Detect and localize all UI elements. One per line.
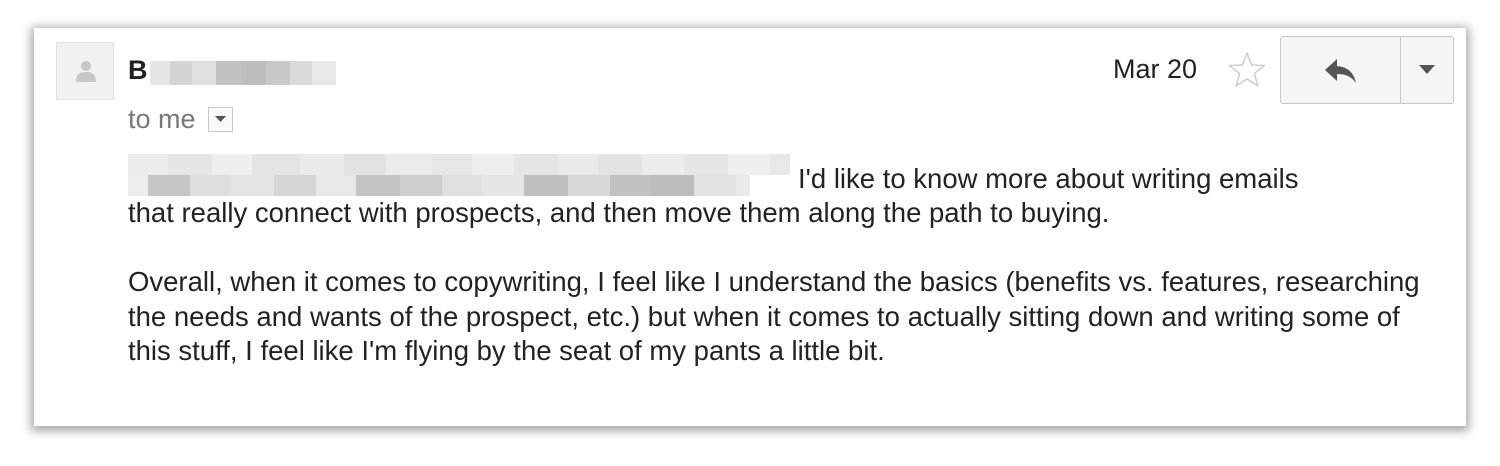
reply-button[interactable] <box>1281 37 1401 103</box>
more-options-button[interactable] <box>1401 37 1453 103</box>
sender-name-initial: B <box>128 55 148 85</box>
reply-button-group <box>1280 36 1454 104</box>
body-paragraph-1-rest: that really connect with prospects, and … <box>128 197 1110 228</box>
caret-down-small-icon <box>214 115 226 122</box>
body-paragraph-2: Overall, when it comes to copywriting, I… <box>128 266 1420 366</box>
message-body: I'd like to know more about writing emai… <box>128 154 1448 369</box>
caret-down-icon <box>1419 65 1435 74</box>
person-silhouette-icon <box>76 61 96 82</box>
sender-name-redaction <box>149 55 336 85</box>
sender-name[interactable]: B <box>128 52 336 88</box>
body-first-line-text: I'd like to know more about writing emai… <box>798 162 1299 194</box>
body-paragraph-1: I'd like to know more about writing emai… <box>128 154 1448 231</box>
recipient-line: to me <box>128 102 233 136</box>
star-toggle[interactable] <box>1227 50 1267 90</box>
recipient-details-toggle[interactable] <box>207 106 233 132</box>
body-redaction <box>128 154 790 196</box>
star-outline-icon <box>1228 52 1266 87</box>
email-message-card: B to me Mar 20 I'd like to know more abo… <box>34 28 1466 426</box>
body-first-line: I'd like to know more about writing emai… <box>128 154 1448 196</box>
sender-avatar <box>56 42 114 100</box>
recipient-text: to me <box>128 103 196 134</box>
message-date[interactable]: Mar 20 <box>1113 52 1197 86</box>
reply-arrow-icon <box>1325 59 1356 83</box>
